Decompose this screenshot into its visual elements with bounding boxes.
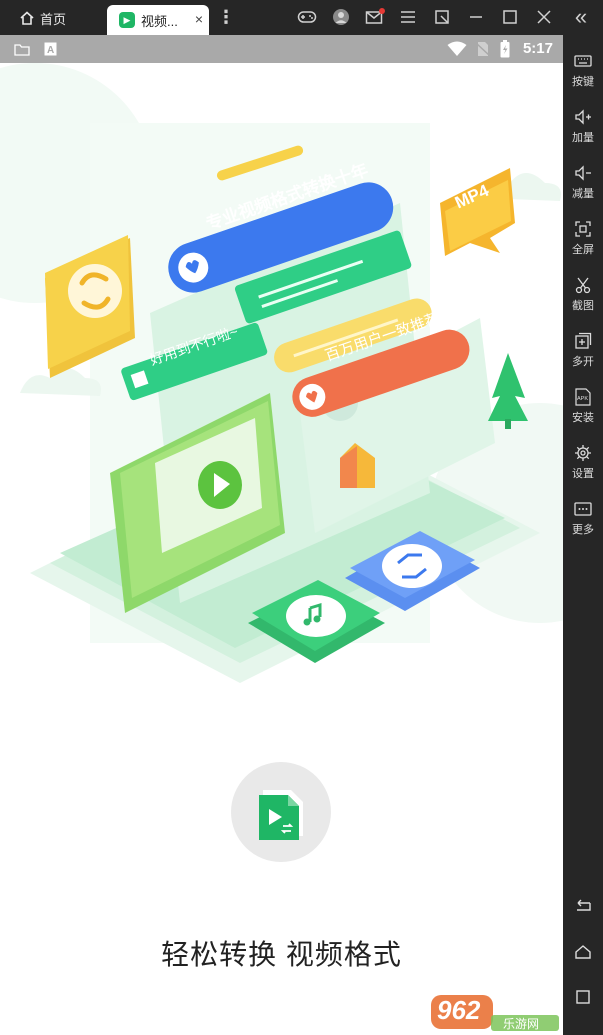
tab-menu-icon[interactable]: ⋮ [216, 7, 236, 27]
sidebar-label-multi: 多开 [572, 356, 594, 368]
sidebar-item-volume-up[interactable]: 加量 [563, 108, 603, 145]
apk-icon: APK [575, 388, 591, 406]
no-sim-icon [476, 42, 490, 57]
sidebar-item-settings[interactable]: 设置 [563, 444, 603, 481]
site-watermark: 962 .NET 乐游网 [431, 993, 561, 1033]
app-logo [231, 762, 331, 862]
svg-text:A: A [47, 45, 54, 56]
tab-home[interactable]: 首页 [8, 5, 103, 31]
gear-icon [575, 445, 591, 461]
android-back-button[interactable] [563, 898, 603, 919]
recents-icon [576, 990, 590, 1004]
video-app-icon: ▶ [119, 12, 135, 28]
sidebar-label-fullscreen: 全屏 [572, 244, 594, 256]
close-tab-icon[interactable]: × [195, 11, 203, 27]
sidebar-item-volume-down[interactable]: 减量 [563, 164, 603, 201]
multi-instance-icon [575, 332, 592, 349]
volume-down-icon [575, 165, 591, 181]
svg-text:APK: APK [577, 396, 588, 402]
tab-home-label: 首页 [40, 11, 67, 27]
status-time: 5:17 [522, 40, 553, 57]
sidebar-item-fullscreen[interactable]: 全屏 [563, 220, 603, 257]
more-icon [574, 502, 592, 516]
title-bar: 首页 ▶ 视频... × ⋮ « [0, 0, 603, 35]
maximize-icon[interactable] [500, 7, 520, 27]
volume-up-icon [575, 109, 591, 125]
home-outline-icon [575, 945, 591, 959]
avatar-icon[interactable] [331, 7, 351, 27]
splash-illustration [0, 63, 563, 683]
android-recents-button[interactable] [563, 988, 603, 1009]
back-arrow-icon [577, 899, 591, 911]
minimize-icon[interactable] [466, 7, 486, 27]
close-window-icon[interactable] [534, 7, 554, 27]
sidebar-label-settings: 设置 [572, 468, 594, 480]
collapse-sidebar-icon[interactable]: « [571, 4, 591, 29]
watermark-number: 962 [437, 995, 481, 1025]
video-convert-icon [259, 790, 303, 840]
scissors-icon [575, 277, 591, 294]
sidebar-label-volume-up: 加量 [572, 132, 594, 144]
fullscreen-icon [575, 221, 591, 237]
home-icon [20, 11, 34, 25]
sidebar-label-install: 安装 [572, 412, 594, 424]
sidebar-item-install[interactable]: APK 安装 [563, 388, 603, 425]
emulator-sidebar: 按键 加量 减量 全屏 截图 多开 APK 安装 设置 更多 [563, 35, 603, 1035]
wifi-icon [447, 41, 467, 56]
splash-slogan: 轻松转换 视频格式 [161, 939, 402, 970]
folder-icon [14, 44, 30, 56]
sidebar-label-volume-down: 减量 [572, 188, 594, 200]
sidebar-label-screenshot: 截图 [572, 300, 594, 312]
sidebar-item-more[interactable]: 更多 [563, 500, 603, 537]
sidebar-label-more: 更多 [572, 524, 594, 536]
emulator-window: 首页 ▶ 视频... × ⋮ « A 5:17 按键 加量 减量 全屏 截图 多… [0, 0, 603, 1035]
sidebar-item-multi[interactable]: 多开 [563, 332, 603, 369]
pin-window-icon[interactable] [432, 7, 452, 27]
sidebar-label-keys: 按键 [572, 76, 594, 88]
app-splash-screen: 专业视频格式转换十年 好用到不行啦~ 百万用户一致推荐~ MP4 轻松转换 视频… [0, 63, 563, 1035]
watermark-net: .NET [497, 993, 536, 1012]
keyboard-icon [574, 55, 592, 67]
android-home-button[interactable] [563, 943, 603, 964]
gamepad-icon[interactable] [297, 7, 317, 27]
battery-charging-icon [500, 40, 510, 58]
tab-active-label: 视频... [141, 13, 178, 29]
android-status-bar: A 5:17 [0, 35, 563, 63]
tab-video-app[interactable]: ▶ 视频... × [107, 5, 209, 35]
hamburger-menu-icon[interactable] [398, 7, 418, 27]
watermark-site: 乐游网 [503, 1017, 540, 1031]
sidebar-item-keys[interactable]: 按键 [563, 52, 603, 89]
mail-icon[interactable] [365, 7, 385, 27]
font-a-icon: A [44, 42, 57, 56]
sidebar-item-screenshot[interactable]: 截图 [563, 276, 603, 313]
